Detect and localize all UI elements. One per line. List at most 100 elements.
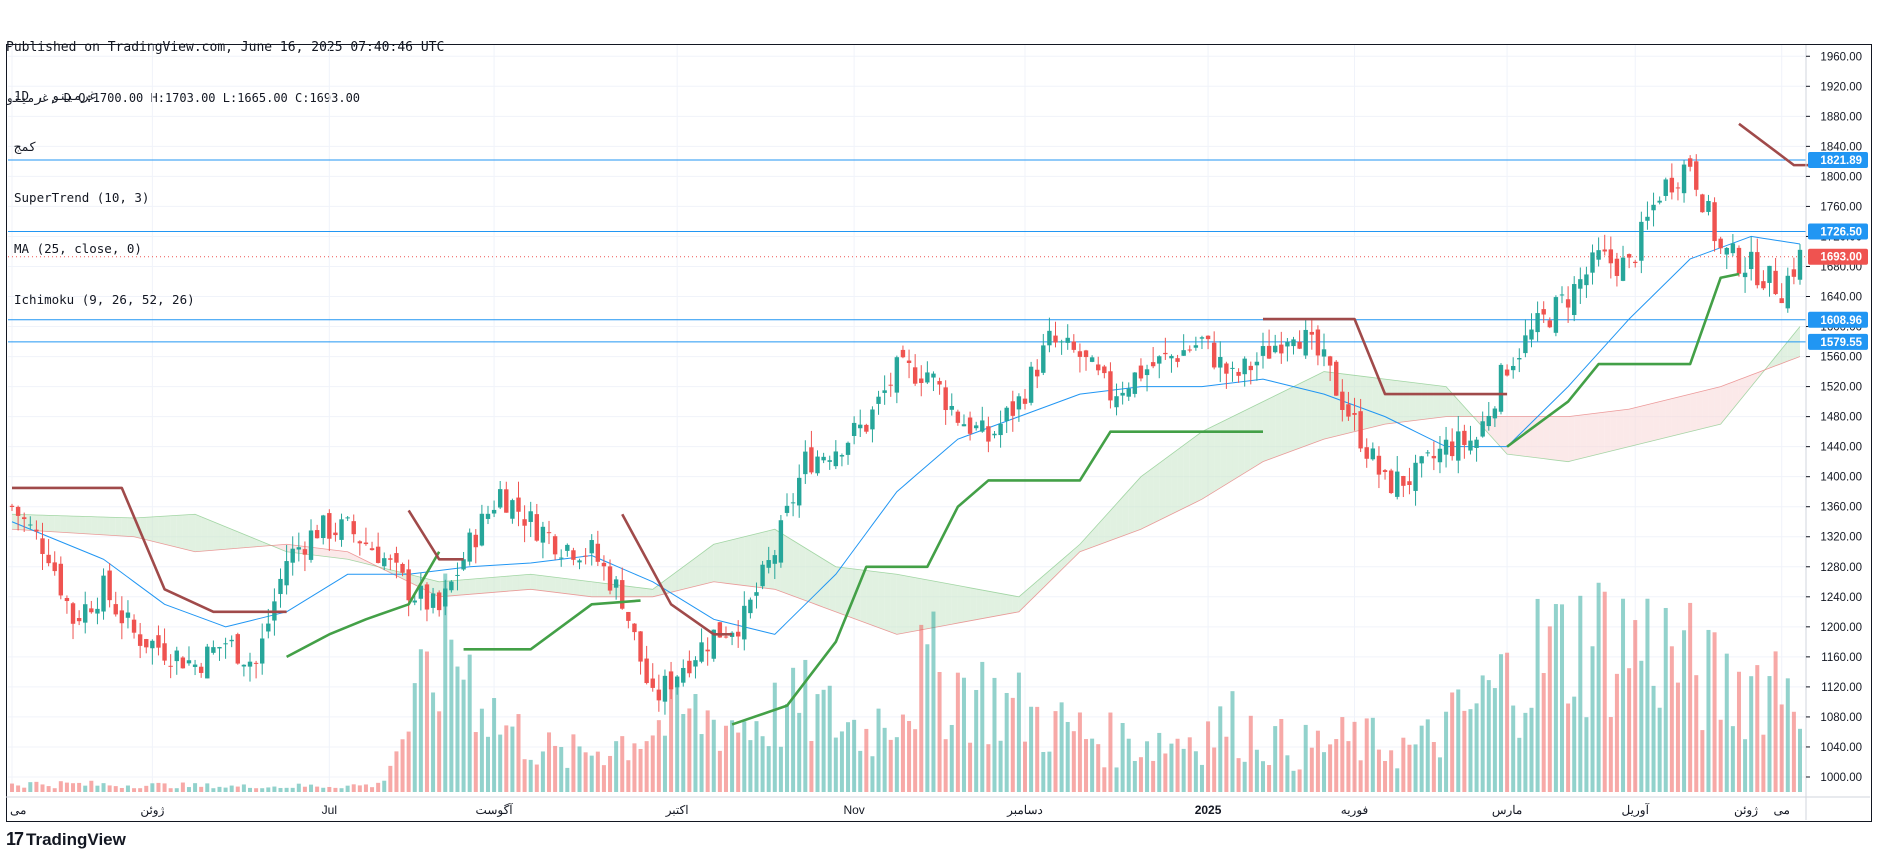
- price-chart[interactable]: 1000.00 1040.00 1080.00 1120.00 1160.00 1200.…: [0, 0, 1878, 858]
- candle-body: [491, 509, 497, 514]
- indicator-supertrend[interactable]: SuperTrend (10, 3): [14, 189, 195, 206]
- candle-body: [58, 563, 64, 596]
- candle-body: [742, 605, 747, 640]
- volume-bar: [1779, 704, 1784, 792]
- candle-body: [1065, 337, 1070, 343]
- candle-body: [186, 660, 192, 664]
- volume-bar: [1218, 706, 1223, 792]
- volume-bar: [559, 747, 564, 792]
- candle-body: [1657, 200, 1662, 203]
- price-tick-label: 1000.00: [1820, 772, 1862, 784]
- candle-body: [1694, 161, 1699, 190]
- volume-bar: [980, 661, 985, 792]
- volume-bar: [382, 780, 387, 792]
- time-tick-label: Nov: [843, 803, 864, 817]
- volume-bar: [132, 788, 137, 792]
- candle-body: [1089, 357, 1095, 362]
- candle-body: [1370, 448, 1376, 460]
- cloud-segment: [1677, 395, 1685, 435]
- cloud-segment: [329, 549, 336, 558]
- candle-body: [1541, 309, 1546, 315]
- volume-bar: [1578, 595, 1583, 792]
- cloud-segment: [689, 557, 696, 588]
- volume-bar: [431, 692, 436, 792]
- cloud-segment: [945, 583, 952, 626]
- candle-body: [302, 549, 308, 555]
- price-tick-label: 1080.00: [1820, 712, 1862, 724]
- cloud-segment: [1006, 594, 1013, 615]
- volume-bar: [1224, 736, 1229, 792]
- volume-bar: [693, 694, 698, 792]
- volume-bar: [1114, 767, 1119, 792]
- cloud-segment: [1732, 379, 1739, 410]
- volume-bar: [357, 785, 362, 792]
- cloud-segment: [909, 576, 916, 633]
- candle-body: [1059, 341, 1064, 343]
- candle-body: [223, 643, 228, 645]
- volume-bar: [1474, 703, 1479, 792]
- candle-body: [1639, 221, 1644, 261]
- volume-bar: [644, 741, 649, 792]
- cloud-segment: [1543, 416, 1550, 460]
- candle-body: [1663, 179, 1668, 196]
- volume-bar: [1694, 675, 1699, 792]
- candle-body: [980, 420, 985, 432]
- volume-bar: [211, 788, 216, 792]
- volume-bar: [1517, 737, 1522, 792]
- cloud-segment: [793, 540, 800, 599]
- cloud-segment: [1507, 416, 1514, 455]
- volume-bar: [34, 781, 39, 792]
- cloud-segment: [463, 579, 470, 595]
- cloud-segment: [738, 536, 745, 586]
- volume-bar: [925, 644, 930, 792]
- volume-bar: [1303, 724, 1308, 792]
- indicator-ichimoku[interactable]: Ichimoku (9, 26, 52, 26): [14, 291, 195, 308]
- candle-body: [1163, 352, 1168, 355]
- cloud-segment: [1214, 422, 1221, 492]
- candle-body: [1028, 366, 1034, 403]
- candle-body: [406, 569, 411, 601]
- tradingview-brand[interactable]: 17 TradingView: [6, 829, 126, 850]
- volume-bar: [1541, 673, 1546, 792]
- level-price-badge: 1726.50: [1808, 223, 1868, 240]
- cloud-segment: [66, 515, 74, 533]
- price-tick-label: 1640.00: [1820, 292, 1862, 304]
- candle-body: [278, 578, 283, 595]
- cloud-segment: [1610, 410, 1617, 452]
- cloud-segment: [1653, 401, 1660, 441]
- indicator-ma[interactable]: MA (25, close, 0): [14, 240, 195, 257]
- cloud-segment: [518, 574, 525, 591]
- cloud-segment: [494, 576, 501, 593]
- candle-body: [1022, 398, 1028, 404]
- cloud-segment: [695, 553, 702, 587]
- volume-bar: [1547, 626, 1552, 792]
- volume-bar: [205, 783, 210, 792]
- cloud-segment: [1311, 374, 1318, 444]
- cloud-segment: [1702, 389, 1709, 429]
- candle-body: [259, 638, 265, 664]
- cloud-segment: [323, 548, 330, 558]
- candle-body: [638, 631, 643, 662]
- volume-bar: [351, 784, 356, 792]
- volume-bar: [1791, 711, 1796, 792]
- cloud-segment: [1000, 593, 1007, 616]
- candle-body: [1700, 194, 1705, 213]
- level-price-badge: 1579.55: [1808, 333, 1868, 350]
- candle-body: [345, 517, 350, 519]
- cloud-segment: [225, 526, 232, 550]
- candle-body: [308, 530, 314, 560]
- candle-body: [1102, 366, 1107, 374]
- price-tick-label: 1520.00: [1820, 382, 1862, 394]
- price-tick-label: 1400.00: [1820, 472, 1862, 484]
- candle-body: [1431, 455, 1437, 459]
- candle-body: [1651, 204, 1656, 211]
- candle-body: [1016, 396, 1022, 410]
- volume-bar: [186, 787, 191, 792]
- volume-bar: [687, 708, 692, 792]
- symbol-interval[interactable]: 1D , غرمينو: [14, 87, 195, 104]
- volume-bar: [1181, 748, 1186, 792]
- candle-body: [949, 405, 954, 410]
- candle-body: [1126, 388, 1131, 397]
- level-price-badge-text: 1608.96: [1820, 315, 1862, 327]
- cloud-segment: [481, 577, 488, 594]
